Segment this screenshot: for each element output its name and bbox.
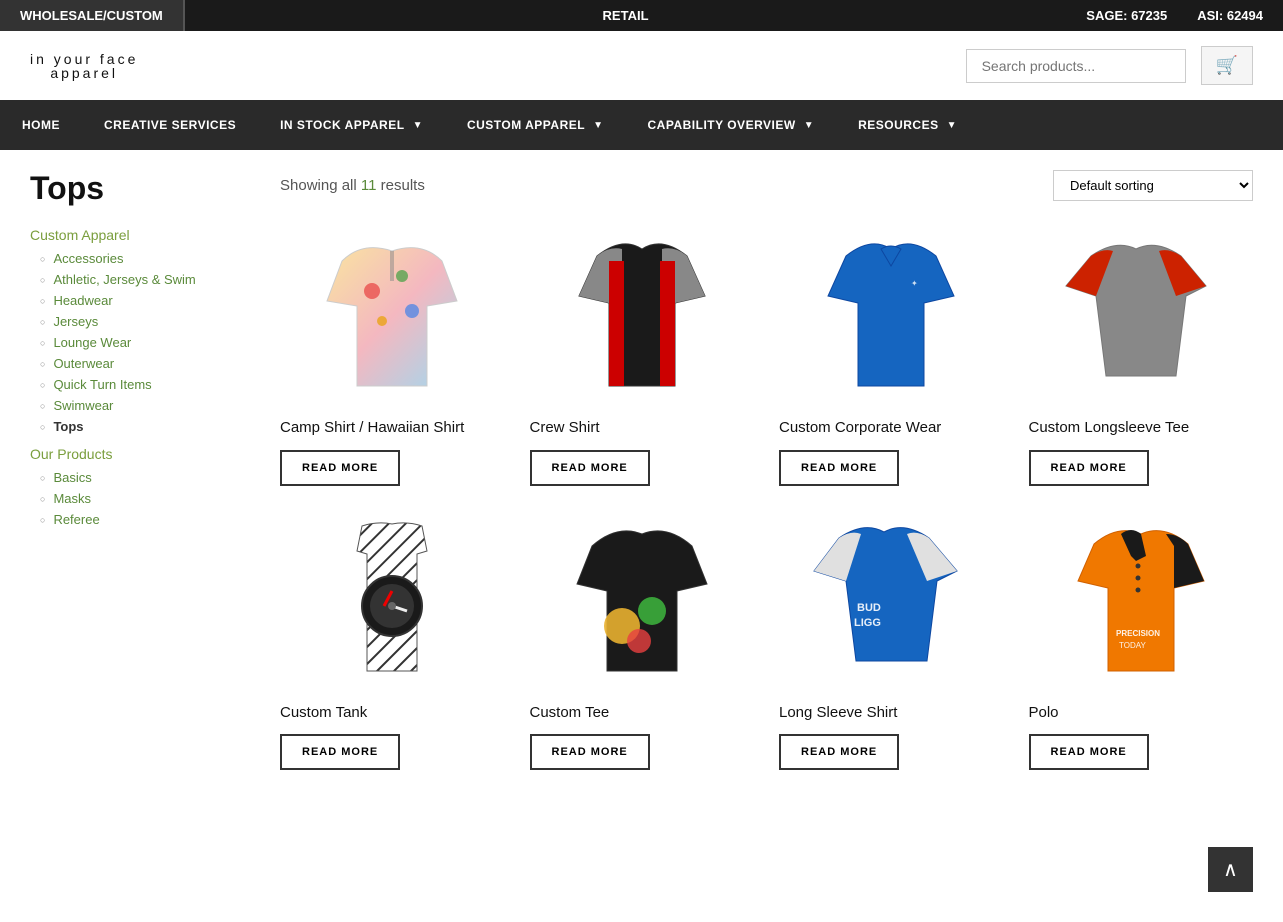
product-image-tank[interactable] [280, 511, 505, 691]
read-more-longshirt[interactable]: READ MORE [779, 734, 899, 770]
product-image-longsleeve[interactable] [1029, 226, 1254, 406]
product-card-tank: Custom Tank READ MORE [280, 511, 505, 771]
nav-item-home[interactable]: HOME [0, 100, 82, 150]
custom-apparel-arrow-icon: ▼ [593, 120, 603, 131]
sidebar-item-athletic[interactable]: Athletic, Jerseys & Swim [40, 272, 250, 287]
product-name-crew: Crew Shirt [530, 418, 755, 438]
product-grid: Camp Shirt / Hawaiian Shirt READ MORE Cr… [280, 226, 1253, 770]
product-name-hawaiian: Camp Shirt / Hawaiian Shirt [280, 418, 505, 438]
retail-label[interactable]: RETAIL [185, 0, 1067, 31]
page-content: Tops Custom Apparel Accessories Athletic… [0, 150, 1283, 790]
capability-arrow-icon: ▼ [804, 120, 814, 131]
sidebar-item-quick-turn[interactable]: Quick Turn Items [40, 377, 250, 392]
main-nav: HOME CREATIVE SERVICES IN STOCK APPAREL … [0, 100, 1283, 150]
nav-item-creative-services[interactable]: CREATIVE SERVICES [82, 100, 258, 150]
sidebar-item-referee[interactable]: Referee [40, 512, 250, 527]
product-name-tee: Custom Tee [530, 703, 755, 723]
top-bar-codes: SAGE: 67235 ASI: 62494 [1066, 0, 1283, 31]
read-more-polo[interactable]: READ MORE [1029, 734, 1149, 770]
product-card-hawaiian: Camp Shirt / Hawaiian Shirt READ MORE [280, 226, 505, 486]
nav-label-capability: CAPABILITY OVERVIEW [648, 118, 796, 132]
product-card-tee: Custom Tee READ MORE [530, 511, 755, 771]
product-image-polo[interactable]: PRECISION TODAY [1029, 511, 1254, 691]
asi-code: ASI: 62494 [1197, 8, 1263, 23]
svg-text:✦: ✦ [911, 279, 918, 288]
cart-button[interactable]: 🛒 [1201, 46, 1253, 85]
sidebar-item-tops[interactable]: Tops [40, 419, 250, 434]
nav-label-resources: RESOURCES [858, 118, 939, 132]
results-count-link[interactable]: 11 [361, 177, 377, 194]
wholesale-label[interactable]: WHOLESALE/CUSTOM [0, 0, 185, 31]
nav-item-in-stock[interactable]: IN STOCK APPAREL ▼ [258, 100, 445, 150]
product-name-tank: Custom Tank [280, 703, 505, 723]
product-image-hawaiian[interactable] [280, 226, 505, 406]
sage-code: SAGE: 67235 [1086, 8, 1167, 23]
results-count-text: Showing all 11 results [280, 177, 425, 194]
product-name-longsleeve: Custom Longsleeve Tee [1029, 418, 1254, 438]
search-input[interactable] [966, 49, 1186, 83]
sidebar-item-custom-apparel[interactable]: Custom Apparel [30, 227, 250, 243]
product-card-polo: PRECISION TODAY Polo READ MORE [1029, 511, 1254, 771]
svg-text:TODAY: TODAY [1119, 641, 1146, 650]
product-card-corporate: ✦ Custom Corporate Wear READ MORE [779, 226, 1004, 486]
product-image-longshirt[interactable]: BUD LIGG [779, 511, 1004, 691]
product-image-tee[interactable] [530, 511, 755, 691]
nav-label-home: HOME [22, 118, 60, 132]
nav-label-custom-apparel: CUSTOM APPAREL [467, 118, 585, 132]
sidebar-item-headwear[interactable]: Headwear [40, 293, 250, 308]
sidebar-item-outerwear[interactable]: Outerwear [40, 356, 250, 371]
sidebar-item-basics[interactable]: Basics [40, 470, 250, 485]
read-more-hawaiian[interactable]: READ MORE [280, 450, 400, 486]
logo-main-text: in your face [30, 52, 138, 66]
nav-label-in-stock: IN STOCK APPAREL [280, 118, 404, 132]
back-to-top-button[interactable]: ∧ [1208, 847, 1253, 892]
back-to-top-icon: ∧ [1223, 857, 1238, 882]
product-name-polo: Polo [1029, 703, 1254, 723]
svg-text:BUD: BUD [857, 602, 881, 614]
product-image-corporate[interactable]: ✦ [779, 226, 1004, 406]
read-more-crew[interactable]: READ MORE [530, 450, 650, 486]
sort-select[interactable]: Default sorting Sort by popularity Sort … [1053, 170, 1253, 201]
nav-item-capability[interactable]: CAPABILITY OVERVIEW ▼ [626, 100, 837, 150]
svg-text:PRECISION: PRECISION [1116, 629, 1160, 638]
product-card-crew: Crew Shirt READ MORE [530, 226, 755, 486]
cart-icon: 🛒 [1216, 55, 1238, 75]
nav-label-creative-services: CREATIVE SERVICES [104, 118, 236, 132]
sidebar-item-swimwear[interactable]: Swimwear [40, 398, 250, 413]
sidebar-item-jerseys[interactable]: Jerseys [40, 314, 250, 329]
sidebar-item-our-products[interactable]: Our Products [30, 446, 250, 462]
sidebar-item-accessories[interactable]: Accessories [40, 251, 250, 266]
product-card-longshirt: BUD LIGG Long Sleeve Shirt READ MORE [779, 511, 1004, 771]
top-bar: WHOLESALE/CUSTOM RETAIL SAGE: 67235 ASI:… [0, 0, 1283, 31]
nav-item-custom-apparel[interactable]: CUSTOM APPAREL ▼ [445, 100, 626, 150]
logo-sub-text: apparel [30, 66, 138, 80]
sidebar: Tops Custom Apparel Accessories Athletic… [30, 170, 250, 770]
in-stock-arrow-icon: ▼ [413, 120, 423, 131]
nav-item-resources[interactable]: RESOURCES ▼ [836, 100, 979, 150]
svg-text:LIGG: LIGG [854, 617, 881, 629]
read-more-corporate[interactable]: READ MORE [779, 450, 899, 486]
read-more-tee[interactable]: READ MORE [530, 734, 650, 770]
sidebar-item-masks[interactable]: Masks [40, 491, 250, 506]
product-card-longsleeve: Custom Longsleeve Tee READ MORE [1029, 226, 1254, 486]
main-content: Showing all 11 results Default sorting S… [280, 170, 1253, 770]
site-logo[interactable]: in your face apparel [30, 52, 138, 80]
product-name-corporate: Custom Corporate Wear [779, 418, 1004, 438]
sidebar-sublist-our-products: Basics Masks Referee [40, 470, 250, 527]
page-title: Tops [30, 170, 250, 207]
product-image-crew[interactable] [530, 226, 755, 406]
read-more-longsleeve[interactable]: READ MORE [1029, 450, 1149, 486]
sidebar-item-lounge[interactable]: Lounge Wear [40, 335, 250, 350]
product-name-longshirt: Long Sleeve Shirt [779, 703, 1004, 723]
site-header: in your face apparel 🛒 [0, 31, 1283, 100]
results-header: Showing all 11 results Default sorting S… [280, 170, 1253, 201]
sidebar-sublist-custom-apparel: Accessories Athletic, Jerseys & Swim Hea… [40, 251, 250, 434]
header-right: 🛒 [966, 46, 1253, 85]
read-more-tank[interactable]: READ MORE [280, 734, 400, 770]
resources-arrow-icon: ▼ [947, 120, 957, 131]
